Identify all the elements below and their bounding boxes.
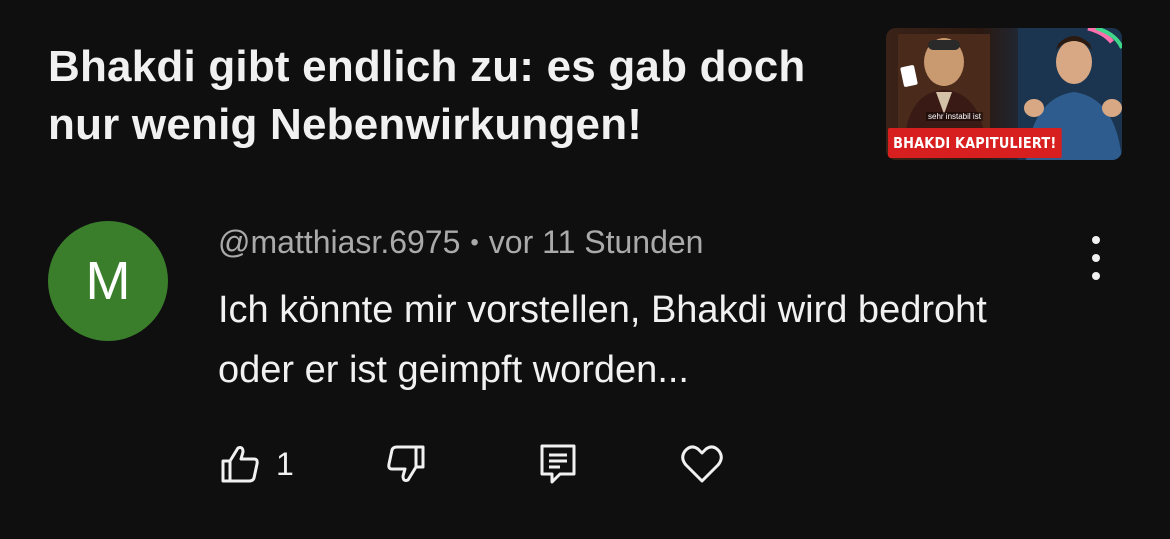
like-button[interactable]: 1 — [218, 440, 294, 488]
reply-button[interactable] — [538, 440, 578, 488]
heart-button[interactable] — [680, 440, 724, 488]
comment-text: Ich könnte mir vorstellen, Bhakdi wird b… — [218, 289, 987, 391]
more-vertical-icon — [1092, 236, 1100, 244]
thumbs-up-icon — [221, 446, 259, 483]
menu-dot — [1092, 272, 1100, 280]
like-count: 1 — [276, 445, 294, 482]
comment-time: vor 11 Stunden — [488, 224, 704, 260]
thumbnail-banner: BHAKDI KAPITULIERT! — [888, 128, 1062, 158]
heart-icon — [681, 445, 723, 483]
more-options-button[interactable] — [1078, 236, 1114, 280]
comment-meta: @matthiasr.6975 • vor 11 Stunden — [218, 224, 703, 261]
comment-author[interactable]: @matthiasr.6975 — [218, 224, 460, 260]
menu-dot — [1092, 254, 1100, 262]
dislike-button[interactable] — [384, 440, 428, 488]
reply-comment-icon — [540, 444, 576, 484]
thumbnail-caption: sehr instabil ist — [926, 112, 983, 121]
thumbnail-arc-decoration — [1087, 28, 1122, 49]
video-title[interactable]: Bhakdi gibt endlich zu: es gab doch nur … — [48, 38, 868, 154]
avatar-letter: M — [85, 251, 131, 311]
thumbs-down-icon — [387, 445, 425, 482]
avatar[interactable]: M — [48, 221, 168, 341]
video-thumbnail[interactable]: sehr instabil ist BHAKDI KAPITULIERT! — [886, 28, 1122, 160]
meta-separator: • — [470, 229, 479, 256]
